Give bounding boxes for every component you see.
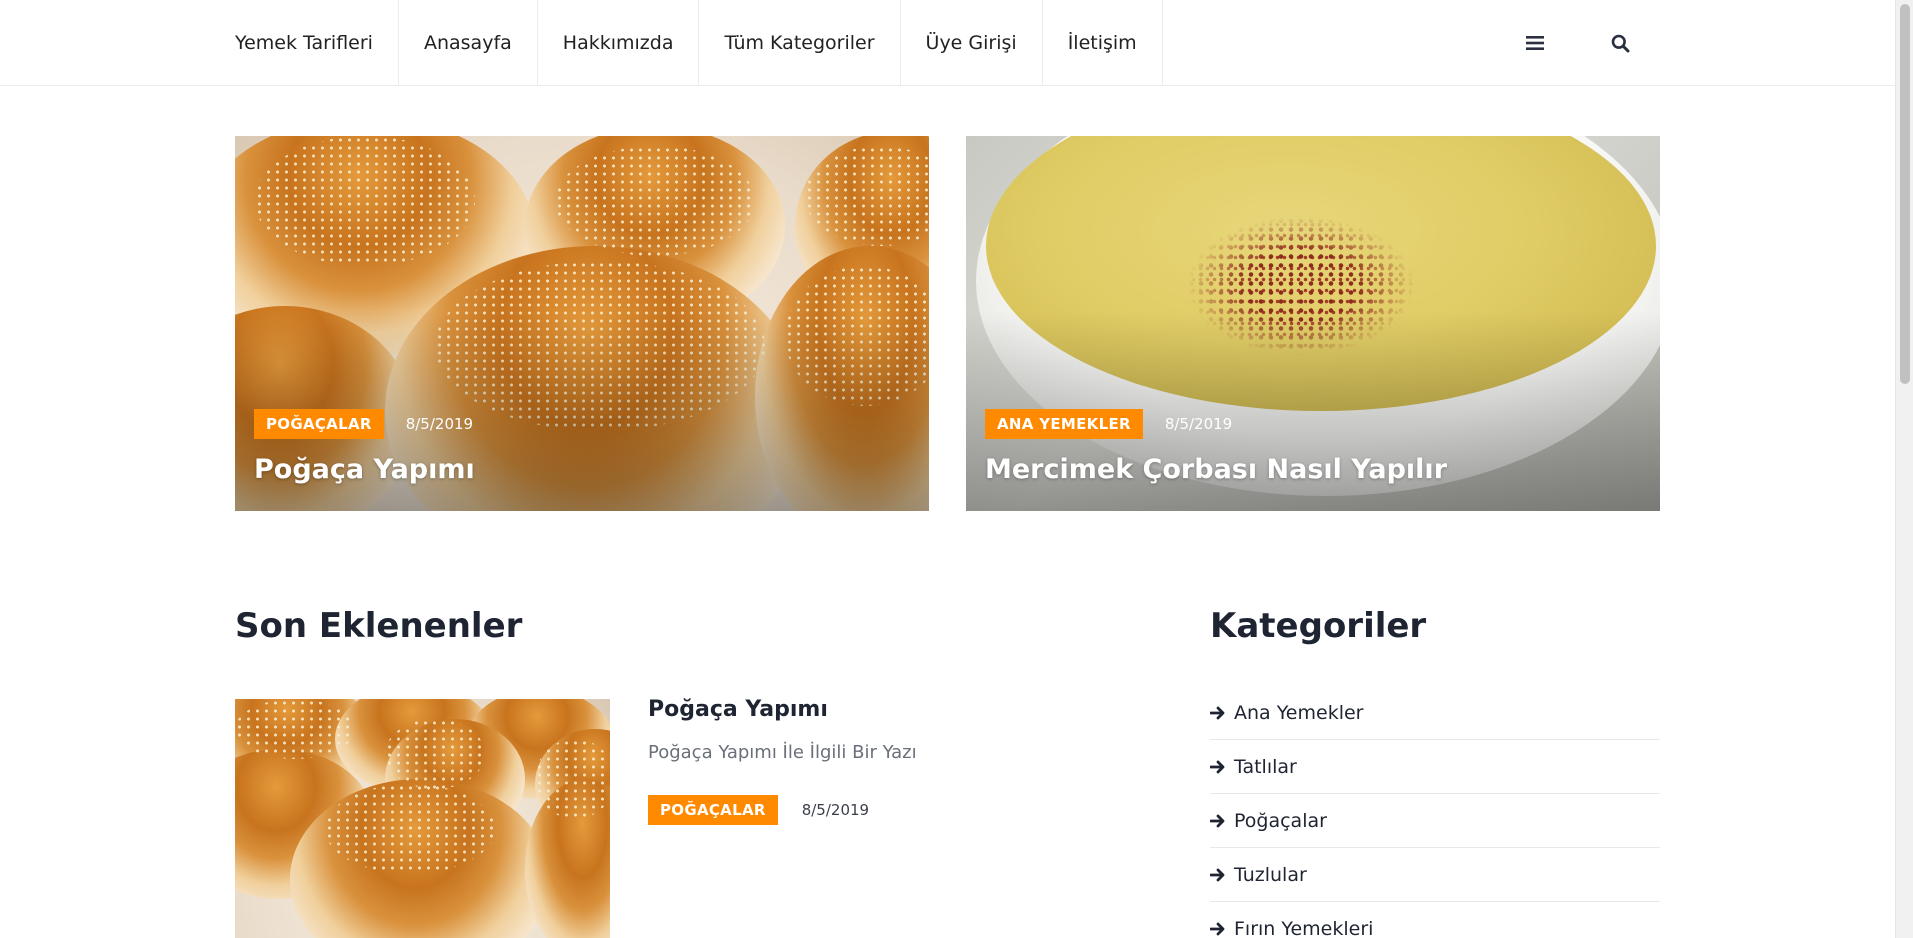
- latest-heading: Son Eklenenler: [235, 606, 523, 646]
- categories-heading: Kategoriler: [1210, 606, 1427, 646]
- nav-item-iletisim[interactable]: İletişim: [1043, 0, 1163, 86]
- category-label: Tatlılar: [1234, 755, 1297, 778]
- post-date: 8/5/2019: [1164, 415, 1233, 433]
- nav-item-uye-girisi[interactable]: Üye Girişi: [901, 0, 1043, 86]
- post-excerpt: Poğaça Yapımı İle İlgili Bir Yazı: [648, 742, 917, 763]
- main-nav: Yemek Tarifleri Anasayfa Hakkımızda Tüm …: [235, 0, 1163, 86]
- category-item-tuzlular[interactable]: Tuzlular: [1210, 848, 1660, 902]
- category-item-pogacalar[interactable]: Poğaçalar: [1210, 794, 1660, 848]
- nav-item-hakkimizda[interactable]: Hakkımızda: [538, 0, 700, 86]
- featured-title[interactable]: Mercimek Çorbası Nasıl Yapılır: [985, 454, 1447, 485]
- category-list: Ana Yemekler Tatlılar Poğaçalar Tuzlular…: [1210, 686, 1660, 938]
- top-navbar: Yemek Tarifleri Anasayfa Hakkımızda Tüm …: [0, 0, 1895, 86]
- featured-card-pogaca[interactable]: POĞAÇALAR 8/5/2019 Poğaça Yapımı: [235, 136, 929, 511]
- featured-meta: ANA YEMEKLER 8/5/2019: [985, 409, 1232, 439]
- post-meta: POĞAÇALAR 8/5/2019: [648, 795, 869, 825]
- post-thumbnail[interactable]: [235, 699, 610, 938]
- arrow-right-icon: [1210, 811, 1230, 831]
- arrow-right-icon: [1210, 865, 1230, 885]
- featured-title[interactable]: Poğaça Yapımı: [254, 454, 475, 485]
- category-item-tatlilar[interactable]: Tatlılar: [1210, 740, 1660, 794]
- category-badge[interactable]: ANA YEMEKLER: [985, 409, 1143, 439]
- category-label: Fırın Yemekleri: [1234, 917, 1374, 938]
- category-label: Ana Yemekler: [1234, 701, 1364, 724]
- category-item-firin-yemekleri[interactable]: Fırın Yemekleri: [1210, 902, 1660, 938]
- post-date: 8/5/2019: [801, 801, 870, 819]
- arrow-right-icon: [1210, 703, 1230, 723]
- page-scrollbar[interactable]: [1895, 0, 1913, 938]
- category-badge[interactable]: POĞAÇALAR: [648, 795, 778, 825]
- category-label: Tuzlular: [1234, 863, 1307, 886]
- category-item-ana-yemekler[interactable]: Ana Yemekler: [1210, 686, 1660, 740]
- featured-meta: POĞAÇALAR 8/5/2019: [254, 409, 473, 439]
- search-icon[interactable]: [1604, 27, 1636, 59]
- arrow-right-icon: [1210, 919, 1230, 938]
- scrollbar-thumb[interactable]: [1900, 4, 1910, 384]
- arrow-right-icon: [1210, 757, 1230, 777]
- category-badge[interactable]: POĞAÇALAR: [254, 409, 384, 439]
- nav-brand-link[interactable]: Yemek Tarifleri: [235, 0, 399, 86]
- pogaca-photo: [235, 699, 610, 938]
- category-label: Poğaçalar: [1234, 809, 1327, 832]
- post-title[interactable]: Poğaça Yapımı: [648, 697, 828, 722]
- featured-card-mercimek[interactable]: ANA YEMEKLER 8/5/2019 Mercimek Çorbası N…: [966, 136, 1660, 511]
- nav-item-tum-kategoriler[interactable]: Tüm Kategoriler: [699, 0, 901, 86]
- nav-item-anasayfa[interactable]: Anasayfa: [399, 0, 538, 86]
- bars-icon[interactable]: [1519, 27, 1551, 59]
- post-date: 8/5/2019: [405, 415, 474, 433]
